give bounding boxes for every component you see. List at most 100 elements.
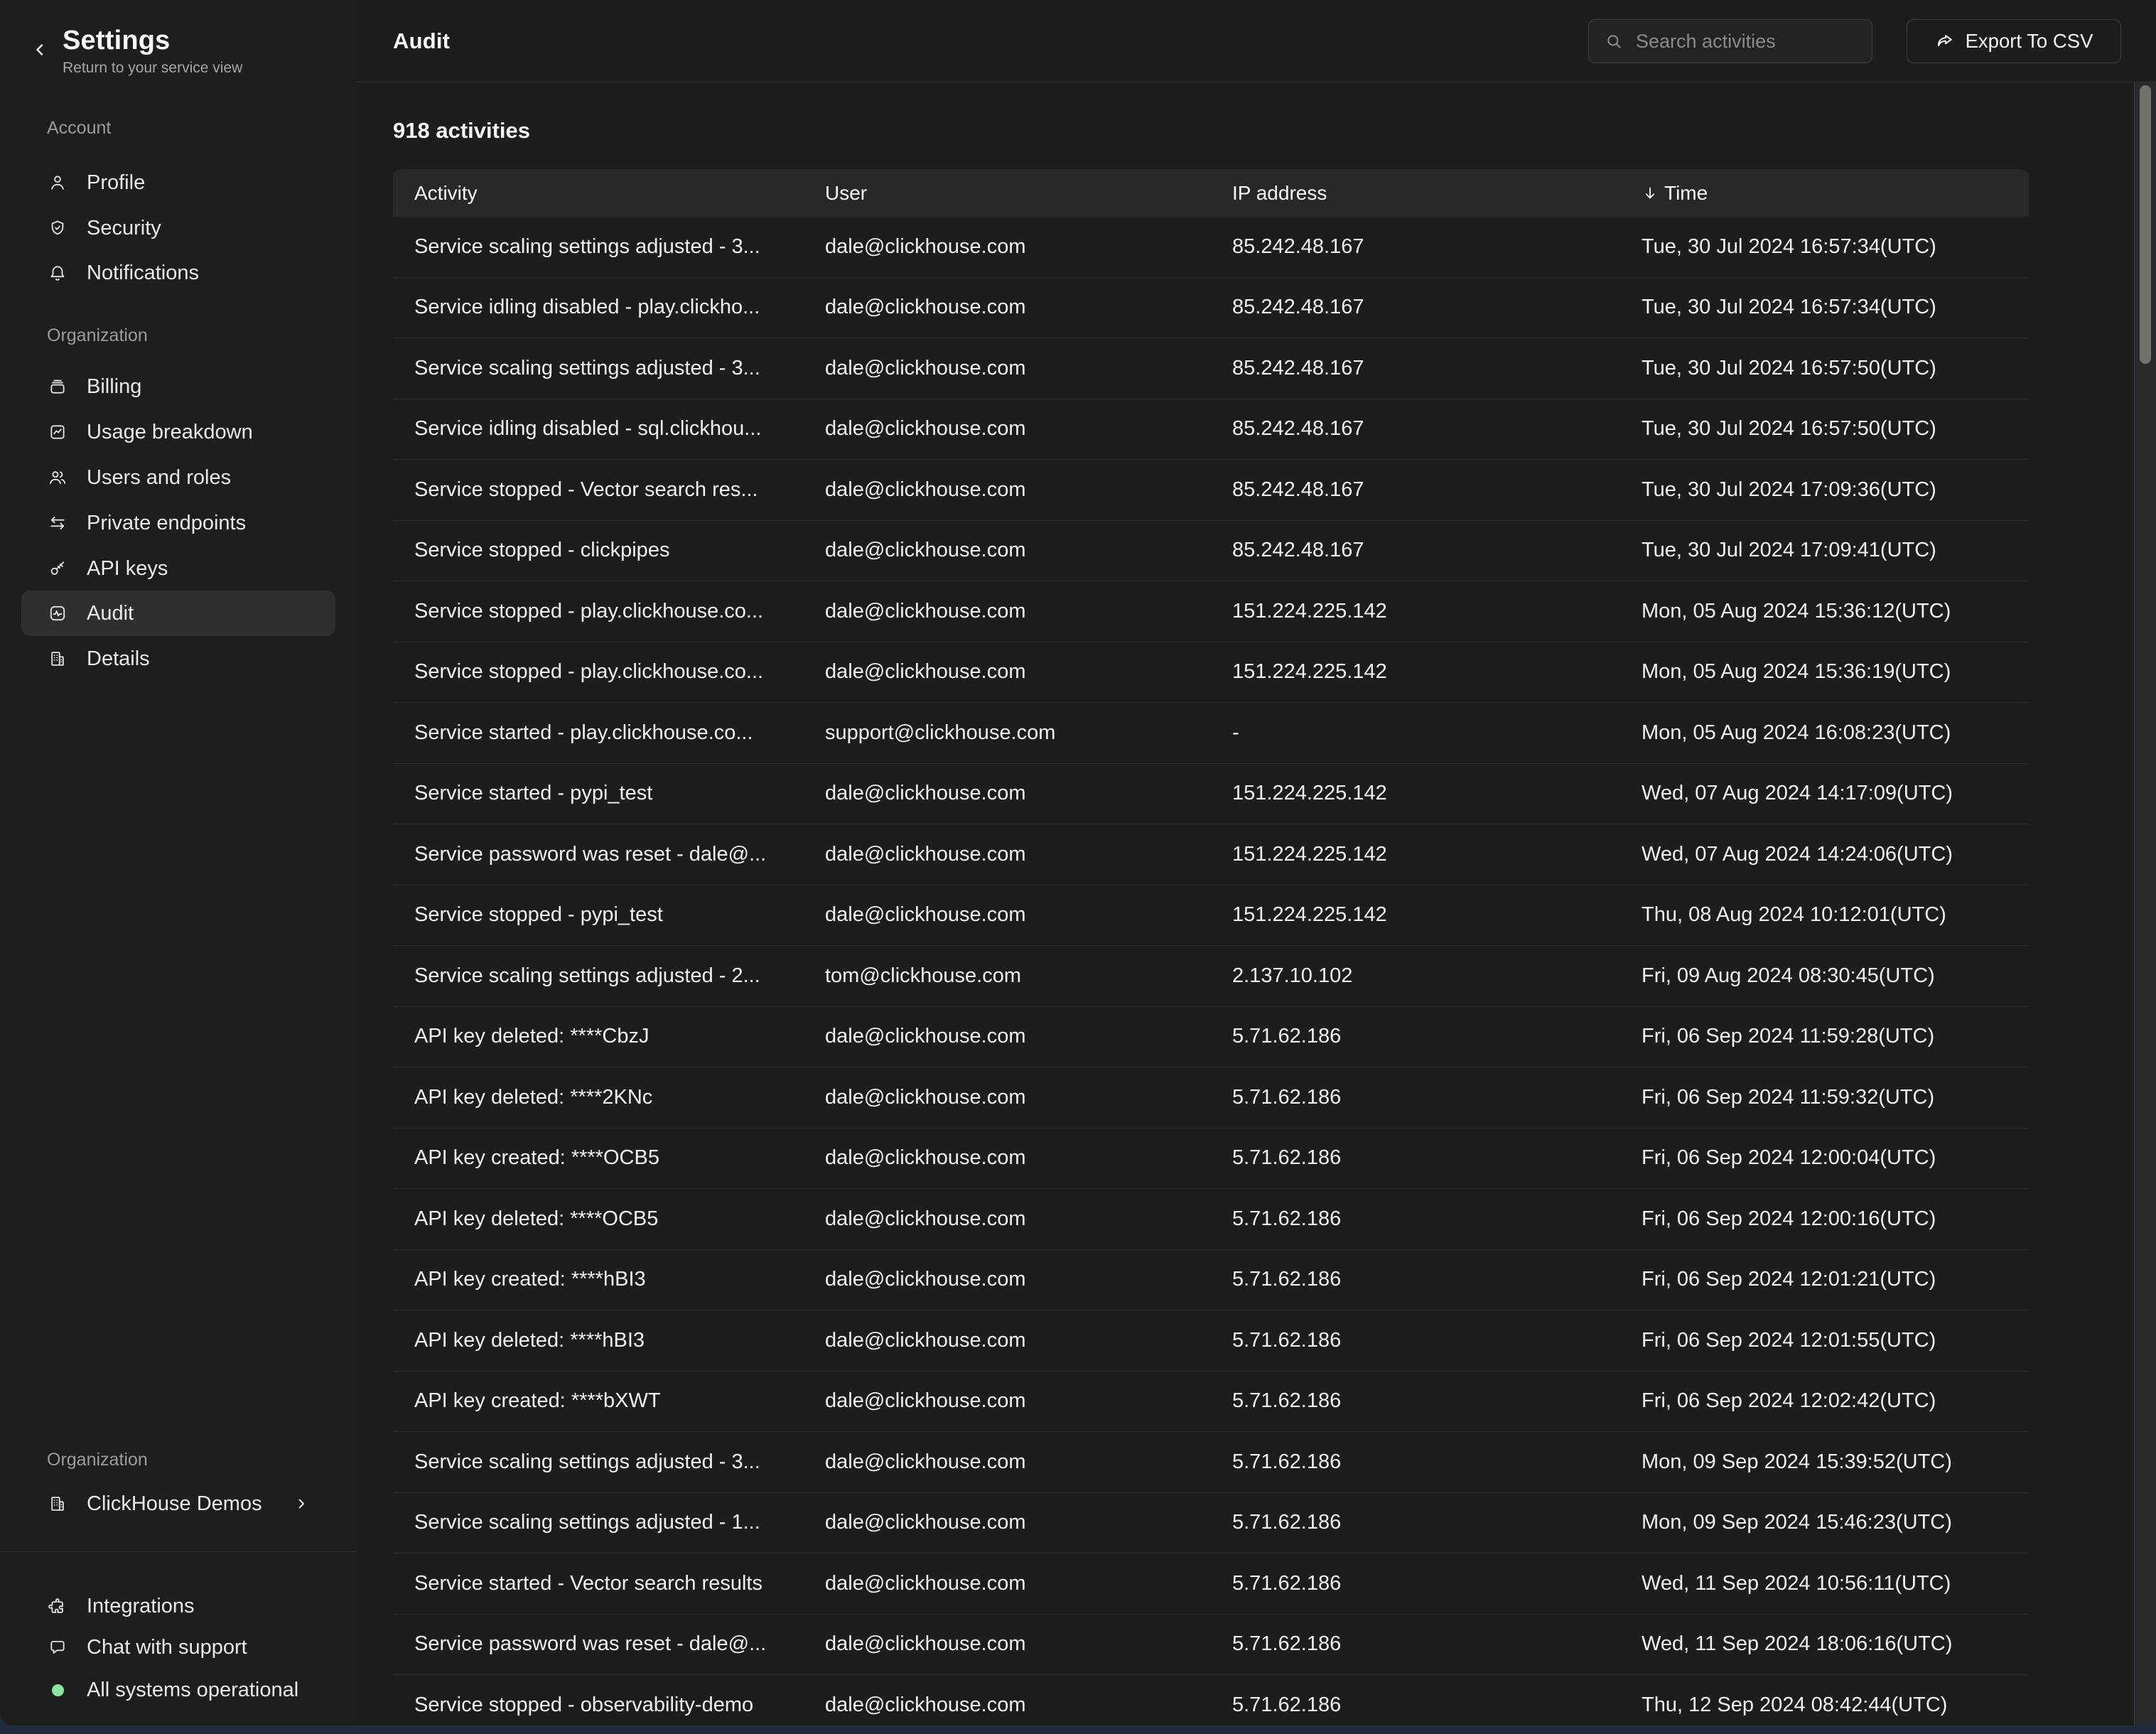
- sidebar-title: Settings: [63, 26, 171, 56]
- key-icon: [48, 559, 67, 578]
- cell-user: dale@clickhouse.com: [825, 1511, 1232, 1534]
- section-label-organization: Organization: [47, 325, 148, 346]
- wallet-icon: [48, 377, 67, 396]
- cell-activity: Service scaling settings adjusted - 2...: [414, 964, 825, 988]
- cell-user: dale@clickhouse.com: [825, 1693, 1232, 1717]
- table-row[interactable]: Service scaling settings adjusted - 3...…: [393, 1432, 2029, 1493]
- cell-user: dale@clickhouse.com: [825, 1572, 1232, 1595]
- table-row[interactable]: API key created: ****hBI3 dale@clickhous…: [393, 1250, 2029, 1311]
- cell-user: support@clickhouse.com: [825, 721, 1232, 745]
- activities-count: 918 activities: [393, 118, 530, 144]
- cell-time: Thu, 12 Sep 2024 08:42:44(UTC): [1642, 1693, 2029, 1717]
- cell-ip: 151.224.225.142: [1232, 660, 1642, 684]
- cell-ip: 5.71.62.186: [1232, 1693, 1642, 1717]
- export-icon: [1935, 31, 1955, 51]
- column-header-activity[interactable]: Activity: [414, 182, 825, 205]
- table-row[interactable]: API key deleted: ****CbzJ dale@clickhous…: [393, 1007, 2029, 1068]
- cell-ip: 5.71.62.186: [1232, 1329, 1642, 1352]
- table-row[interactable]: Service stopped - clickpipes dale@clickh…: [393, 521, 2029, 582]
- back-button[interactable]: [28, 40, 51, 63]
- table-row[interactable]: Service started - pypi_test dale@clickho…: [393, 764, 2029, 825]
- sidebar-item-usage-breakdown[interactable]: Usage breakdown: [21, 409, 335, 455]
- cell-user: dale@clickhouse.com: [825, 600, 1232, 623]
- cell-ip: 85.242.48.167: [1232, 478, 1642, 502]
- column-header-user[interactable]: User: [825, 182, 1232, 205]
- table-row[interactable]: Service stopped - play.clickhouse.co... …: [393, 581, 2029, 642]
- table-row[interactable]: Service stopped - pypi_test dale@clickho…: [393, 885, 2029, 947]
- cell-user: dale@clickhouse.com: [825, 478, 1232, 502]
- search-input[interactable]: [1588, 19, 1872, 63]
- cell-time: Fri, 06 Sep 2024 11:59:28(UTC): [1642, 1025, 2029, 1048]
- table-row[interactable]: Service started - Vector search results …: [393, 1553, 2029, 1615]
- table-body: Service scaling settings adjusted - 3...…: [393, 217, 2029, 1725]
- table-row[interactable]: Service stopped - observability-demo dal…: [393, 1675, 2029, 1725]
- column-header-ip[interactable]: IP address: [1232, 182, 1642, 205]
- table-row[interactable]: Service scaling settings adjusted - 3...…: [393, 217, 2029, 278]
- cell-time: Tue, 30 Jul 2024 16:57:50(UTC): [1642, 417, 2029, 441]
- sidebar-item-billing[interactable]: Billing: [21, 364, 335, 409]
- table-header-row: Activity User IP address Time: [393, 169, 2029, 217]
- chevron-right-icon: [293, 1495, 310, 1512]
- sidebar-item-audit[interactable]: Audit: [21, 591, 335, 636]
- cell-time: Fri, 09 Aug 2024 08:30:45(UTC): [1642, 964, 2029, 988]
- status-label: All systems operational: [87, 1679, 298, 1702]
- cell-user: dale@clickhouse.com: [825, 1025, 1232, 1048]
- column-header-time[interactable]: Time: [1642, 182, 2029, 205]
- sidebar-item-chat-support[interactable]: Chat with support: [21, 1625, 335, 1670]
- cell-activity: API key created: ****bXWT: [414, 1389, 825, 1413]
- cell-time: Thu, 08 Aug 2024 10:12:01(UTC): [1642, 903, 2029, 927]
- table-row[interactable]: API key deleted: ****hBI3 dale@clickhous…: [393, 1310, 2029, 1372]
- table-row[interactable]: API key deleted: ****2KNc dale@clickhous…: [393, 1067, 2029, 1129]
- cell-time: Tue, 30 Jul 2024 16:57:50(UTC): [1642, 357, 2029, 380]
- cell-activity: Service scaling settings adjusted - 3...: [414, 357, 825, 380]
- table-row[interactable]: Service scaling settings adjusted - 3...…: [393, 338, 2029, 399]
- table-row[interactable]: Service scaling settings adjusted - 2...…: [393, 946, 2029, 1007]
- table-row[interactable]: Service password was reset - dale@... da…: [393, 1615, 2029, 1676]
- cell-ip: 5.71.62.186: [1232, 1146, 1642, 1170]
- table-row[interactable]: Service idling disabled - play.clickho..…: [393, 278, 2029, 339]
- sidebar-item-label: Billing: [87, 375, 141, 399]
- search-box: [1588, 19, 1872, 63]
- table-row[interactable]: API key created: ****bXWT dale@clickhous…: [393, 1372, 2029, 1433]
- table-row[interactable]: Service scaling settings adjusted - 1...…: [393, 1493, 2029, 1554]
- arrows-swap-icon: [48, 514, 67, 532]
- sidebar-item-integrations[interactable]: Integrations: [21, 1583, 335, 1629]
- building-icon: [48, 1495, 67, 1513]
- sidebar-item-system-status[interactable]: All systems operational: [21, 1667, 335, 1713]
- cell-activity: API key deleted: ****CbzJ: [414, 1025, 825, 1048]
- table-row[interactable]: Service stopped - Vector search res... d…: [393, 460, 2029, 521]
- scrollbar-thumb[interactable]: [2140, 85, 2151, 364]
- sidebar-item-users-and-roles[interactable]: Users and roles: [21, 455, 335, 500]
- puzzle-icon: [48, 1597, 67, 1615]
- scrollbar-track[interactable]: [2134, 82, 2156, 1725]
- cell-activity: Service stopped - clickpipes: [414, 539, 825, 562]
- cell-ip: 5.71.62.186: [1232, 1025, 1642, 1048]
- sidebar-item-profile[interactable]: Profile: [21, 160, 335, 205]
- sidebar-item-notifications[interactable]: Notifications: [21, 250, 335, 296]
- export-csv-button[interactable]: Export To CSV: [1907, 19, 2121, 63]
- sidebar-item-security[interactable]: Security: [21, 205, 335, 251]
- sidebar-item-api-keys[interactable]: API keys: [21, 546, 335, 591]
- sidebar-item-details[interactable]: Details: [21, 636, 335, 682]
- page-title: Audit: [393, 0, 450, 82]
- table-row[interactable]: Service password was reset - dale@... da…: [393, 824, 2029, 885]
- sidebar-divider: [0, 1551, 357, 1552]
- sidebar-item-private-endpoints[interactable]: Private endpoints: [21, 500, 335, 546]
- sidebar-item-label: API keys: [87, 557, 168, 581]
- table-row[interactable]: Service stopped - play.clickhouse.co... …: [393, 642, 2029, 704]
- cell-user: dale@clickhouse.com: [825, 782, 1232, 805]
- cell-time: Tue, 30 Jul 2024 17:09:41(UTC): [1642, 539, 2029, 562]
- table-row[interactable]: Service idling disabled - sql.clickhou..…: [393, 399, 2029, 461]
- cell-user: dale@clickhouse.com: [825, 1632, 1232, 1656]
- table-row[interactable]: Service started - play.clickhouse.co... …: [393, 703, 2029, 764]
- cell-ip: 85.242.48.167: [1232, 417, 1642, 441]
- cell-activity: Service stopped - play.clickhouse.co...: [414, 660, 825, 684]
- sidebar-subtitle: Return to your service view: [63, 60, 242, 77]
- org-switcher[interactable]: ClickHouse Demos: [21, 1481, 335, 1526]
- sidebar: Settings Return to your service view Acc…: [0, 0, 357, 1725]
- sidebar-item-label: Chat with support: [87, 1636, 247, 1659]
- table-row[interactable]: API key created: ****OCB5 dale@clickhous…: [393, 1129, 2029, 1190]
- cell-time: Tue, 30 Jul 2024 16:57:34(UTC): [1642, 296, 2029, 319]
- cell-time: Mon, 09 Sep 2024 15:39:52(UTC): [1642, 1450, 2029, 1474]
- table-row[interactable]: API key deleted: ****OCB5 dale@clickhous…: [393, 1189, 2029, 1250]
